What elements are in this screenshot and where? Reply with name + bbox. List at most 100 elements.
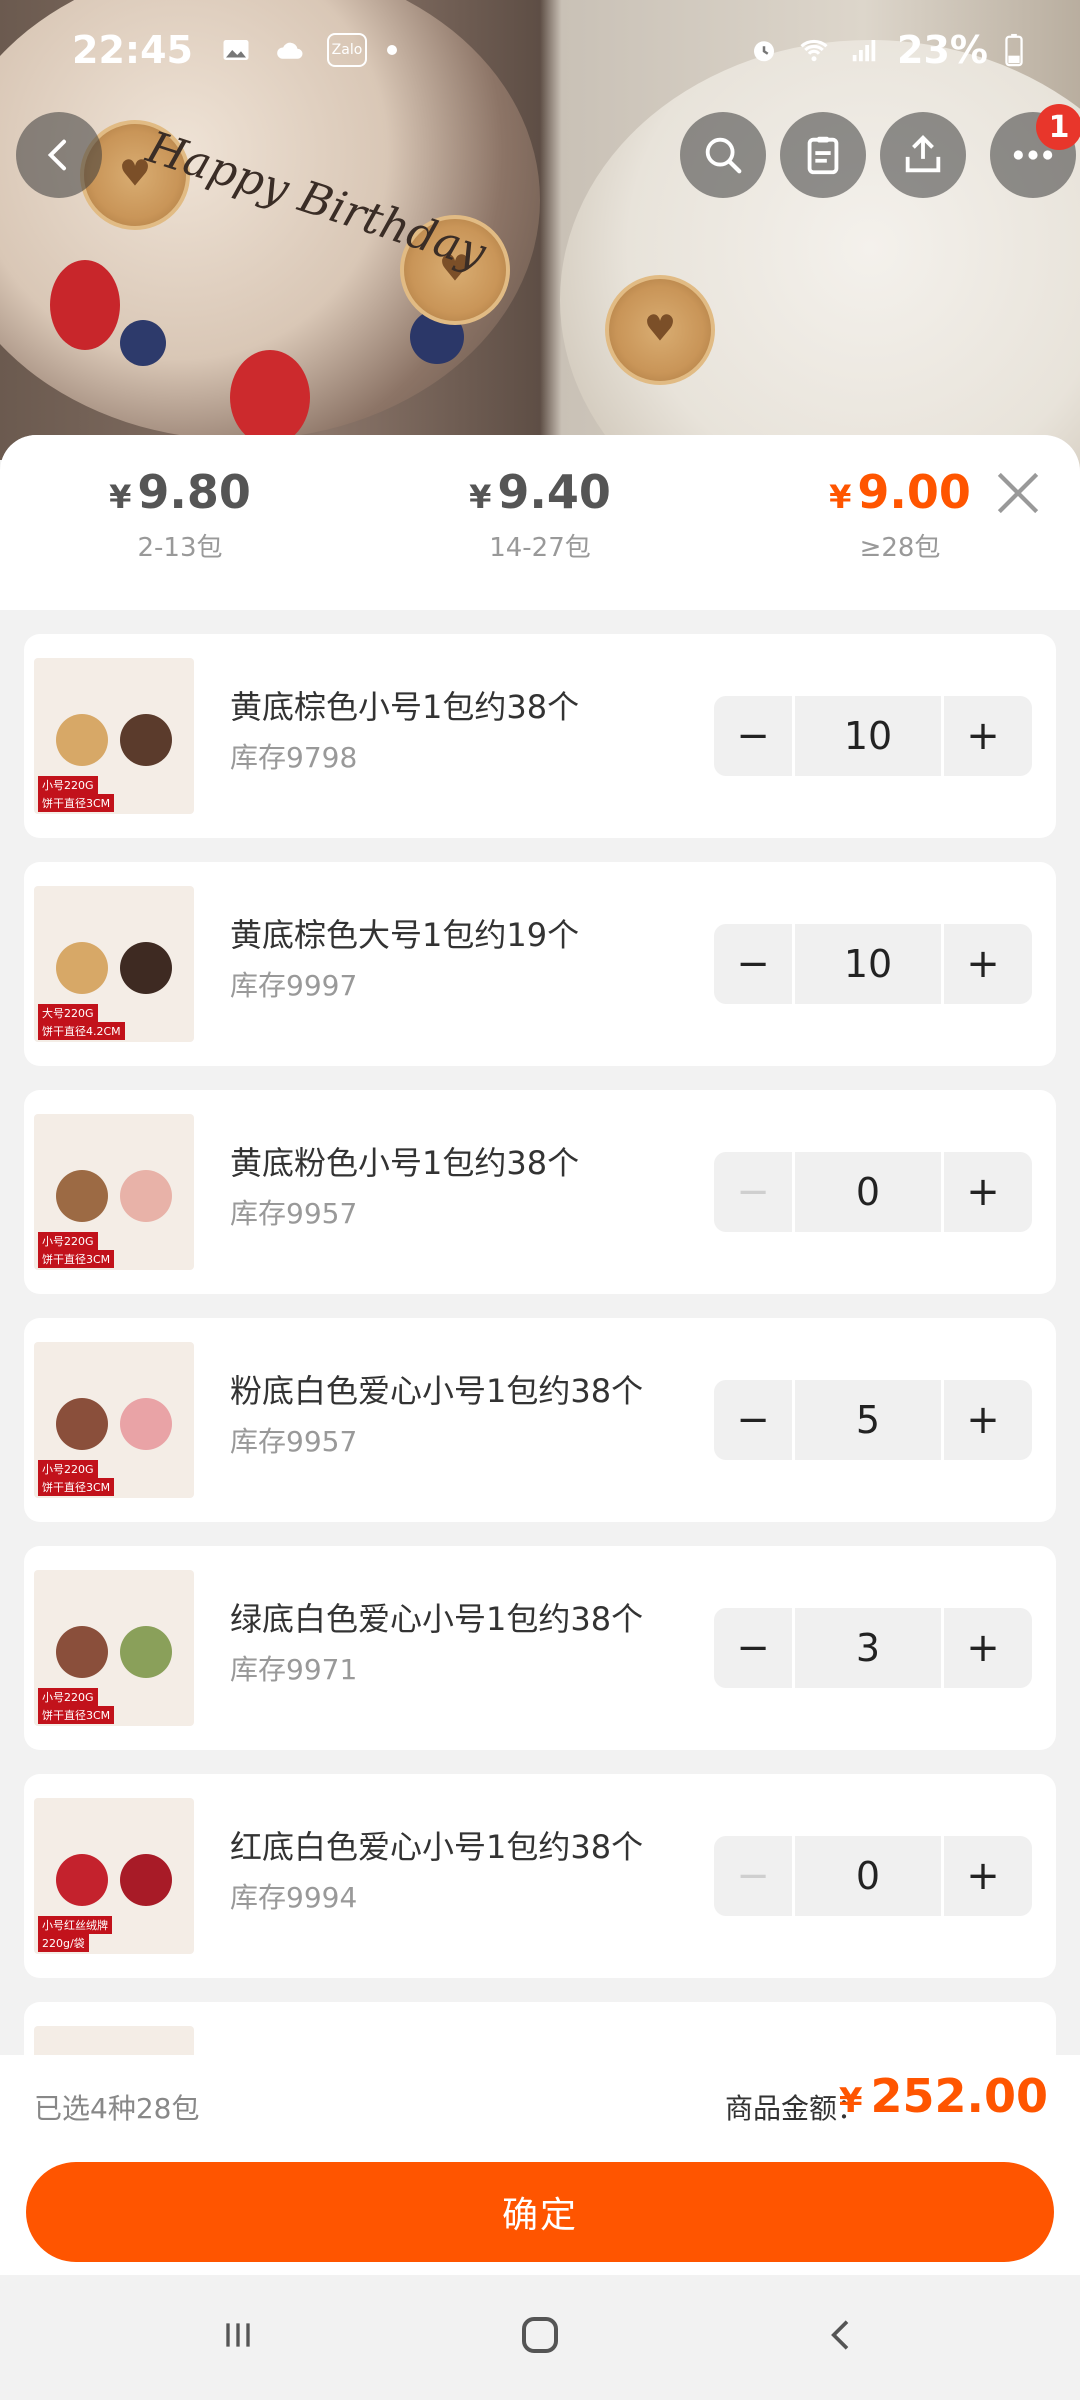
sku-item[interactable]: 大号220G 饼干直径4.2CM 黄底棕色大号1包约19个 库存9997 − 1… [24,862,1056,1066]
increment-button[interactable]: + [944,924,1022,1004]
clipboard-icon [807,136,839,175]
price-tier-2: ¥9.40 14-27包 [390,465,690,564]
decrement-button[interactable]: − [714,696,792,776]
quantity-value[interactable]: 10 [792,924,944,1004]
sku-name: 红底白色爱心小号1包约38个 [230,1828,644,1866]
status-time: 22:45 [72,28,193,72]
selected-summary: 已选4种28包 [34,2092,200,2125]
quantity-value[interactable]: 0 [792,1836,944,1916]
thumbnail-tag: 大号220G [38,1004,98,1022]
thumbnail-tag: 饼干直径4.2CM [38,1022,125,1040]
sku-thumbnail[interactable]: 小号220G 饼干直径3CM [34,1342,194,1498]
thumbnail-tag: 小号220G [38,1688,98,1706]
increment-button[interactable]: + [944,1608,1022,1688]
recent-apps-icon [226,2323,250,2347]
decrement-button[interactable]: − [714,924,792,1004]
search-button[interactable] [680,112,766,198]
sku-thumbnail[interactable]: 小号220G 饼干直径3CM [34,658,194,814]
thumbnail-tag: 饼干直径3CM [38,1706,115,1724]
sheet-footer: 已选4种28包 商品金额： ¥252.00 确定 [0,2055,1080,2275]
notification-badge: 1 [1036,104,1080,150]
sku-list[interactable]: 小号220G 饼干直径3CM 黄底棕色小号1包约38个 库存9798 − 10 … [0,610,1080,2065]
cookie-image [56,1854,108,1906]
sku-item[interactable]: 小号220G 饼干直径3CM 黄底棕色小号1包约38个 库存9798 − 10 … [24,634,1056,838]
increment-button[interactable]: + [944,1152,1022,1232]
thumbnail-tag: 小号220G [38,1232,98,1250]
sku-thumbnail[interactable]: 小号红丝绒牌 220g/袋 [34,1798,194,1954]
quantity-value[interactable]: 5 [792,1380,944,1460]
increment-button[interactable]: + [944,1380,1022,1460]
confirm-button[interactable]: 确定 [26,2162,1054,2262]
quantity-stepper: − 3 + [714,1608,1032,1688]
increment-button[interactable]: + [944,696,1022,776]
wifi-icon [800,39,828,62]
cookie-image [120,1626,172,1678]
chevron-left-icon [47,139,66,171]
currency-symbol: ¥ [469,478,492,516]
back-button[interactable] [16,112,102,198]
decrement-button[interactable]: − [714,1380,792,1460]
quantity-stepper: − 5 + [714,1380,1032,1460]
sku-stock: 库存9997 [230,969,358,1002]
strawberry-decoration [50,260,120,350]
cloud-icon [277,42,303,59]
dot-icon [386,45,397,55]
cookie-image [56,1170,108,1222]
home-icon [522,2317,558,2353]
tier-price: ¥9.80 [30,465,330,519]
thumbnail-tag: 小号220G [38,776,98,794]
recent-apps-button[interactable] [198,2305,278,2365]
tier-price-value: 9.80 [137,465,251,519]
thumbnail-tag: 220g/袋 [38,1934,89,1952]
tier-range: 2-13包 [137,533,223,563]
increment-button[interactable]: + [944,1836,1022,1916]
decrement-button[interactable]: − [714,1152,792,1232]
thumbnail-tag: 饼干直径3CM [38,794,115,812]
cookie-image [120,942,172,994]
sku-stock: 库存9994 [230,1881,358,1914]
sku-stock: 库存9957 [230,1425,358,1458]
sku-item[interactable]: 小号220G 饼干直径3CM 绿底白色爱心小号1包约38个 库存9971 − 3… [24,1546,1056,1750]
total-value: 252.00 [870,2069,1048,2123]
quantity-stepper: − 10 + [714,924,1032,1004]
decrement-button[interactable]: − [714,1836,792,1916]
sku-item[interactable]: 小号红丝绒牌 220g/袋 红底白色爱心小号1包约38个 库存9994 − 0 … [24,1774,1056,1978]
sku-thumbnail[interactable]: 小号220G 饼干直径3CM [34,1570,194,1726]
screen: Happy Birthday 22:45 Zalo 23% 1 [0,0,1080,2400]
system-back-button[interactable] [802,2305,882,2365]
cookie-image [120,714,172,766]
blueberry-decoration [120,320,166,366]
more-button[interactable]: 1 [990,104,1080,198]
quantity-stepper: − 0 + [714,1152,1032,1232]
quantity-value[interactable]: 3 [792,1608,944,1688]
sku-item[interactable]: 小号220G 饼干直径3CM 黄底粉色小号1包约38个 库存9957 − 0 + [24,1090,1056,1294]
sku-name: 黄底棕色大号1包约19个 [230,916,580,954]
sku-thumbnail[interactable]: 大号220G 饼干直径4.2CM [34,886,194,1042]
home-button[interactable] [500,2305,580,2365]
sku-name: 黄底粉色小号1包约38个 [230,1144,580,1182]
quantity-stepper: − 0 + [714,1836,1032,1916]
price-tier-1: ¥9.80 2-13包 [30,465,330,564]
search-icon [705,137,742,174]
quantity-value[interactable]: 0 [792,1152,944,1232]
cookie-image [120,1398,172,1450]
sku-thumbnail[interactable]: 小号220G 饼干直径3CM [34,1114,194,1270]
share-icon [905,135,941,173]
alarm-icon [754,41,775,62]
sku-name: 粉底白色爱心小号1包约38个 [230,1372,644,1410]
sku-stock: 库存9957 [230,1197,358,1230]
close-icon[interactable] [990,465,1046,521]
cookie-image [120,1854,172,1906]
sku-item[interactable]: 小号220G 饼干直径3CM 粉底白色爱心小号1包约38个 库存9957 − 5… [24,1318,1056,1522]
more-icon [1013,150,1053,160]
battery-percent: 23% [897,28,988,72]
cookie-image [120,1170,172,1222]
share-button[interactable] [880,112,966,198]
decrement-button[interactable]: − [714,1608,792,1688]
currency-symbol: ¥ [838,2081,863,2121]
orders-button[interactable] [780,112,866,198]
price-tiers: ¥9.80 2-13包 ¥9.40 14-27包 ¥9.00 ≥28包 [0,435,1080,610]
thumbnail-tag: 饼干直径3CM [38,1478,115,1496]
quantity-value[interactable]: 10 [792,696,944,776]
sku-name: 绿底白色爱心小号1包约38个 [230,1600,644,1638]
